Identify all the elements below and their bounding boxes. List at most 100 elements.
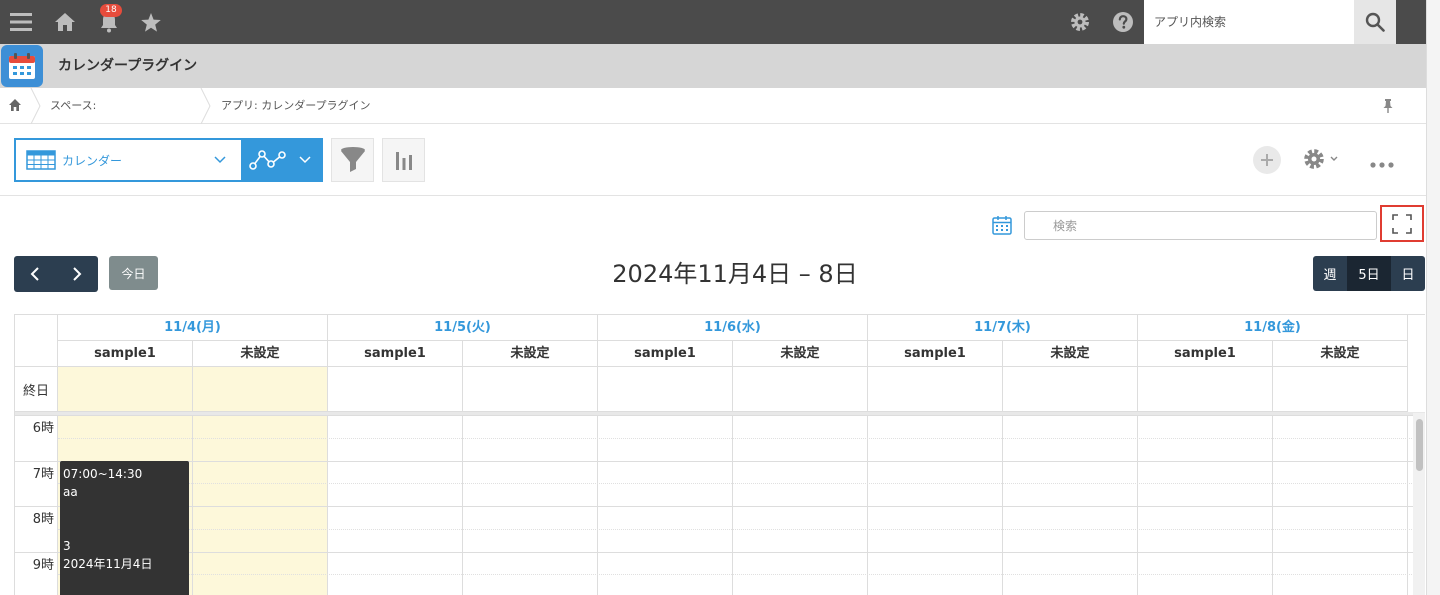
date-picker-button[interactable]: [991, 214, 1013, 240]
fullscreen-button[interactable]: [1380, 205, 1424, 242]
calendar-search-input[interactable]: [1024, 211, 1377, 240]
table-view-icon: [26, 150, 56, 170]
scrollbar-thumb[interactable]: [1416, 419, 1423, 471]
mode-5day-button[interactable]: 5日: [1347, 256, 1391, 291]
calendar-grid: 終日 11/4(月) sample1 未設定 11/5(火) sample1 未設定 11/6…: [14, 314, 1425, 595]
window-edge: [1426, 0, 1440, 595]
plus-icon: [1261, 154, 1273, 166]
calendar-app-icon[interactable]: [1, 45, 43, 87]
resource-header: 未設定: [193, 341, 328, 367]
resource-header: sample1: [598, 341, 733, 367]
more-options-button[interactable]: [1369, 154, 1395, 173]
hour-line: [15, 506, 1425, 507]
view-selector[interactable]: カレンダー: [14, 138, 241, 182]
breadcrumb-space[interactable]: スペース:: [50, 88, 96, 124]
day-header[interactable]: 11/7(木): [868, 315, 1138, 341]
day-header[interactable]: 11/6(水): [598, 315, 868, 341]
settings-gear-icon[interactable]: [1066, 0, 1094, 44]
hour-line: [15, 415, 1425, 416]
allday-cell[interactable]: [1003, 367, 1138, 412]
app-header: カレンダープラグイン: [0, 44, 1426, 88]
allday-cell[interactable]: [328, 367, 463, 412]
pin-icon[interactable]: [1382, 98, 1394, 117]
menu-icon[interactable]: [6, 0, 36, 44]
filter-button[interactable]: [331, 138, 374, 182]
hour-line: [15, 460, 1425, 462]
time-slot-column[interactable]: [733, 415, 868, 595]
breadcrumb: スペース: アプリ: カレンダープラグイン: [0, 88, 1426, 124]
hour-label: 7時: [32, 466, 54, 482]
hour-label: 8時: [32, 512, 54, 527]
event-time: 07:00~14:30: [63, 467, 143, 481]
app-title: カレンダープラグイン: [58, 58, 198, 74]
time-slot-column[interactable]: [193, 415, 328, 595]
next-period-button[interactable]: [56, 256, 98, 292]
half-hour-line: [58, 528, 1425, 530]
time-slot-column[interactable]: [463, 415, 598, 595]
app-search-input[interactable]: [1144, 0, 1354, 44]
add-record-button[interactable]: [1253, 146, 1281, 174]
allday-label: 終日: [15, 367, 58, 412]
time-slot-column[interactable]: [598, 415, 733, 595]
resource-header: sample1: [868, 341, 1003, 367]
resource-header: 未設定: [733, 341, 868, 367]
bar-chart-icon: [395, 152, 412, 170]
fullscreen-icon: [1392, 213, 1412, 234]
search-button[interactable]: [1354, 0, 1396, 44]
prev-period-button[interactable]: [14, 256, 56, 292]
mode-week-button[interactable]: 週: [1313, 256, 1347, 291]
allday-cell[interactable]: [1273, 367, 1408, 412]
today-button[interactable]: 今日: [109, 256, 158, 290]
resource-header: sample1: [58, 341, 193, 367]
date-range-title: 2024年11月4日 – 8日: [612, 260, 858, 288]
allday-cell[interactable]: [733, 367, 868, 412]
half-hour-line: [58, 437, 1425, 439]
allday-cell[interactable]: [58, 367, 193, 412]
graph-selector[interactable]: [241, 138, 323, 182]
allday-cell[interactable]: [868, 367, 1003, 412]
day-header[interactable]: 11/8(金): [1138, 315, 1408, 341]
top-bar: 18: [0, 0, 1426, 44]
allday-cell[interactable]: [193, 367, 328, 412]
breadcrumb-separator-icon: [30, 88, 41, 124]
day-header[interactable]: 11/5(火): [328, 315, 598, 341]
time-slot-column[interactable]: [1003, 415, 1138, 595]
app-settings-button[interactable]: [1302, 147, 1338, 171]
time-grid-scrollbar[interactable]: [1413, 413, 1425, 595]
mode-day-button[interactable]: 日: [1391, 256, 1425, 291]
event-field-3: 3: [63, 539, 71, 553]
allday-cell[interactable]: [463, 367, 598, 412]
chevron-right-icon: [73, 267, 82, 281]
graph-button[interactable]: [382, 138, 425, 182]
breadcrumb-separator-icon: [200, 88, 211, 124]
time-slot-column[interactable]: [1273, 415, 1408, 595]
breadcrumb-app[interactable]: アプリ: カレンダープラグイン: [221, 88, 371, 124]
resource-header: sample1: [1138, 341, 1273, 367]
hour-label: 6時: [32, 421, 54, 436]
home-icon[interactable]: [52, 0, 78, 44]
view-mode-switch: 週 5日 日: [1313, 256, 1425, 291]
more-dots-icon: [1370, 162, 1394, 168]
breadcrumb-home-icon[interactable]: [8, 98, 22, 115]
view-toolbar: カレンダー: [0, 124, 1426, 196]
calendar-icon: [992, 216, 1012, 235]
grid-corner: [15, 315, 58, 367]
star-icon[interactable]: [138, 0, 164, 44]
view-name: カレンダー: [62, 153, 123, 168]
calendar-event[interactable]: 07:00~14:30 aa 3 2024年11月4日: [60, 461, 189, 595]
allday-cell[interactable]: [1138, 367, 1273, 412]
time-slot-column[interactable]: [328, 415, 463, 595]
time-slot-column[interactable]: [868, 415, 1003, 595]
allday-cell[interactable]: [598, 367, 733, 412]
filter-icon: [340, 147, 365, 172]
search-icon: [1365, 12, 1385, 32]
day-header[interactable]: 11/4(月): [58, 315, 328, 341]
resource-header: sample1: [328, 341, 463, 367]
chevron-down-icon: [1330, 156, 1338, 161]
event-date: 2024年11月4日: [63, 557, 153, 571]
view-selector-inner[interactable]: カレンダー: [16, 140, 241, 180]
time-slot-column[interactable]: [1138, 415, 1273, 595]
resource-header: 未設定: [463, 341, 598, 367]
help-icon[interactable]: [1109, 0, 1137, 44]
period-nav: [14, 256, 98, 292]
